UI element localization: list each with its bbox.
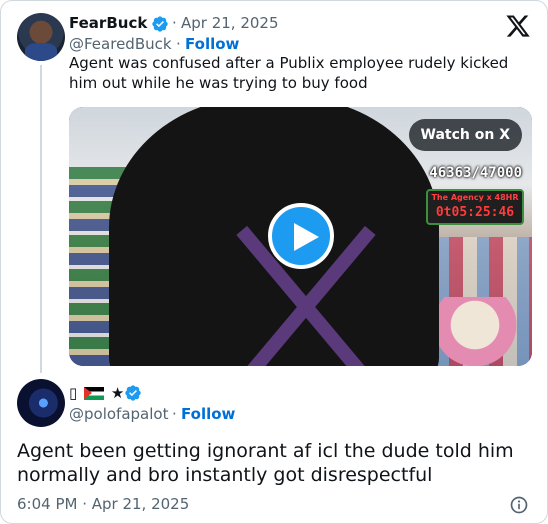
verified-badge-icon — [152, 16, 168, 32]
avatar[interactable] — [17, 13, 65, 61]
stream-timer-overlay: The Agency x 48HR 0t05:25:46 — [426, 189, 524, 225]
name-glyph: ▯ — [69, 384, 78, 402]
stream-counter-overlay: 46363/47000 — [429, 165, 522, 181]
follow-link[interactable]: Follow — [185, 35, 239, 53]
star-glyph: ★ — [110, 384, 125, 402]
video-player[interactable]: Watch on X 46363/47000 The Agency x 48HR… — [69, 107, 532, 366]
x-logo-icon[interactable] — [505, 13, 531, 39]
timer-title: The Agency x 48HR — [431, 193, 519, 202]
author-display-name[interactable]: ▯ ★ — [69, 384, 124, 402]
verified-badge-icon — [125, 385, 141, 401]
tweet-text: Agent been getting ignorant af icl the d… — [17, 440, 514, 486]
author-handle[interactable]: @polofapalot — [69, 405, 168, 423]
palestine-flag-icon — [84, 387, 105, 400]
play-icon — [294, 223, 319, 251]
quoted-tweet-text: Agent was confused after a Publix employ… — [69, 54, 509, 92]
play-button[interactable] — [268, 203, 334, 269]
avatar[interactable] — [17, 379, 65, 427]
thread-connector-line — [40, 65, 42, 373]
tweet-embed-card: FearBuck · Apr 21, 2025 @FearedBuck · Fo… — [0, 0, 548, 524]
meta-separator: · — [172, 405, 177, 423]
watch-on-x-button[interactable]: Watch on X — [408, 119, 522, 151]
author-handle[interactable]: @FearedBuck — [69, 35, 172, 53]
plush-toys — [439, 297, 529, 366]
meta-separator: · — [172, 14, 177, 32]
info-icon[interactable] — [509, 495, 529, 515]
timer-value: 0t05:25:46 — [435, 205, 515, 220]
post-date[interactable]: Apr 21, 2025 — [181, 14, 279, 32]
meta-separator: · — [176, 35, 181, 53]
tweet-timestamp[interactable]: 6:04 PM · Apr 21, 2025 — [17, 495, 189, 513]
follow-link[interactable]: Follow — [181, 405, 235, 423]
author-display-name[interactable]: FearBuck — [69, 14, 147, 32]
